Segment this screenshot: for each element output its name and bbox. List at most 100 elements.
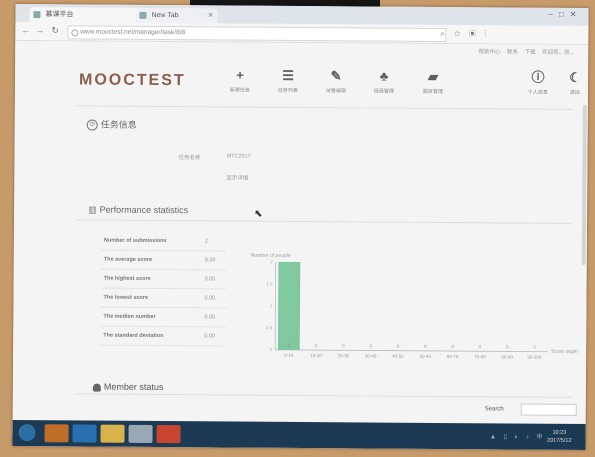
x-tick-label: 40-50 (392, 354, 404, 359)
windows-taskbar: ▲ ▯ ◐ ♪ 中 10:23 2017/5/12 (12, 419, 586, 450)
y-tick-label: 0.5 (266, 325, 273, 330)
stat-value: 0.00 (204, 295, 216, 302)
stat-row: Number of submissions 2 (100, 231, 226, 252)
powerpoint-icon[interactable] (156, 425, 181, 444)
system-tray-icons[interactable]: ▲ ▯ ◐ ♪ 中 (490, 431, 546, 440)
member-status-title: Member status (92, 381, 164, 393)
forward-icon[interactable]: → (35, 25, 44, 35)
bar-value-label: 0 (315, 343, 318, 348)
browser-extension-icons[interactable]: ⌕☆▣⋮ (440, 29, 495, 39)
nav-item-label: 任务列表 (277, 87, 298, 94)
task-detail-link[interactable]: 显示详情 (226, 173, 248, 181)
nav-item-label: 班级管理 (373, 88, 394, 95)
address-bar[interactable]: www.mooctest.net/manager/task/8/8 (67, 25, 447, 43)
reload-icon[interactable]: ↻ (51, 25, 59, 36)
bar-value-label: 0 (506, 344, 509, 349)
taskbar-app-icon[interactable] (44, 424, 69, 443)
nav-item-logout[interactable]: ☾ 退出 (555, 70, 589, 96)
folder-icon[interactable] (100, 424, 125, 443)
stat-label: The standard deviation (103, 332, 164, 340)
stat-row: The highest score 0.00 (100, 269, 226, 290)
chrome-icon[interactable] (128, 424, 153, 443)
bar-chart-icon: ▥ (88, 204, 97, 215)
x-tick-label: 90-100 (527, 355, 542, 360)
user-link[interactable]: 联系 (507, 49, 518, 55)
mooctest-logo[interactable]: MOOCTEST (79, 71, 186, 90)
list-icon: ☰ (282, 67, 294, 83)
clock-date: 2017/5/12 (547, 437, 572, 444)
clock-icon: ◷ (86, 119, 98, 131)
x-tick-label: 30-40 (365, 353, 377, 358)
taskbar-clock[interactable]: 10:23 2017/5/12 (547, 429, 572, 445)
y-tick-label: 2 (270, 259, 273, 264)
nav-item-edit[interactable]: ✎ 试卷编辑 (316, 68, 356, 94)
back-icon[interactable]: ← (21, 25, 30, 35)
search-label: Search (484, 406, 504, 413)
x-tick-label: 20-30 (338, 353, 350, 358)
bar-value-label: 0 (342, 343, 345, 348)
task-name-value: MTC2017 (226, 153, 251, 160)
folder-icon: ▰ (428, 68, 439, 84)
performance-header: ▥ Performance statistics (76, 203, 572, 224)
task-info-title: ◷ 任务信息 (86, 118, 137, 131)
mouse-cursor-icon: ⬉ (254, 208, 263, 220)
page-scrollbar[interactable] (581, 104, 587, 265)
stat-label: The average score (103, 256, 153, 263)
user-link[interactable]: 下载 (525, 50, 536, 56)
user-icon (92, 383, 101, 392)
user-link[interactable]: 欢迎您，张... (542, 50, 574, 56)
stat-label: The highest score (103, 275, 151, 282)
stat-label: Number of submissions (103, 237, 167, 245)
plus-icon: + (236, 67, 244, 83)
nav-item-questions[interactable]: ▰ 题目管理 (413, 69, 453, 95)
stat-value: 0.00 (204, 257, 216, 264)
clock-time: 10:23 (552, 429, 567, 436)
browser-tab-active[interactable]: 慕课平台 ✕ (29, 7, 146, 23)
bar-value-label: 0 (451, 344, 454, 349)
stat-value: 0.00 (204, 333, 215, 340)
user-links: 帮助中心 联系 下载 欢迎您，张... (473, 47, 574, 56)
y-tick-label: 0 (270, 347, 273, 352)
lock-icon (71, 29, 79, 37)
nav-item-label: 试卷编辑 (325, 88, 346, 95)
nav-item-class[interactable]: ♣ 班级管理 (364, 68, 404, 95)
moon-icon: ☾ (569, 69, 581, 85)
stat-row: The lowest score 0.00 (100, 288, 226, 309)
x-axis-line (275, 349, 549, 353)
x-tick-label: 70-80 (474, 354, 486, 359)
x-tick-label: 50-60 (419, 354, 431, 359)
y-tick-label: 1.5 (266, 281, 273, 286)
tab-close-icon[interactable]: ✕ (208, 8, 214, 23)
stat-value: 0.00 (204, 314, 216, 321)
stat-row: The median number 0.00 (100, 307, 226, 328)
nav-item-profile[interactable]: ⓘ 个人信息 (518, 70, 558, 96)
ie-icon[interactable] (72, 424, 97, 443)
stat-label: The median number (103, 313, 156, 320)
search-input[interactable] (520, 403, 577, 416)
bar-value-label: 0 (533, 345, 536, 350)
nav-item-label: 个人信息 (527, 89, 548, 96)
stats-table: Number of submissions 2 The average scor… (100, 231, 226, 347)
member-status-divider (74, 393, 572, 398)
y-axis-line (274, 261, 277, 350)
info-icon: ⓘ (531, 69, 545, 85)
browser-tab-new[interactable]: New Tab ✕ (135, 7, 218, 24)
stat-row: The average score 0.00 (100, 250, 226, 271)
window-controls[interactable]: –□✕ (548, 10, 582, 19)
nav-item-new-task[interactable]: + 新建任务 (220, 67, 260, 94)
url-text: www.mooctest.net/manager/task/8/8 (80, 28, 186, 37)
score-distribution-chart: Number of people Score segment 0 0.5 1 1.5 2 20… (251, 253, 579, 360)
x-tick-label: 0-10 (284, 353, 294, 358)
x-tick-label: 60-70 (447, 354, 459, 359)
favicon-icon (33, 11, 41, 19)
group-icon: ♣ (379, 68, 389, 84)
nav-item-task-list[interactable]: ☰ 任务列表 (268, 68, 308, 94)
user-link[interactable]: 帮助中心 (478, 49, 500, 55)
tab-label: New Tab (151, 11, 179, 20)
x-tick-label: 80-90 (501, 354, 513, 359)
bar-value-label: 0 (369, 343, 372, 348)
member-status-title-text: Member status (103, 381, 164, 393)
nav-item-label: 新建任务 (229, 87, 250, 94)
stat-value: 0.00 (204, 276, 216, 283)
start-button[interactable] (18, 424, 36, 442)
